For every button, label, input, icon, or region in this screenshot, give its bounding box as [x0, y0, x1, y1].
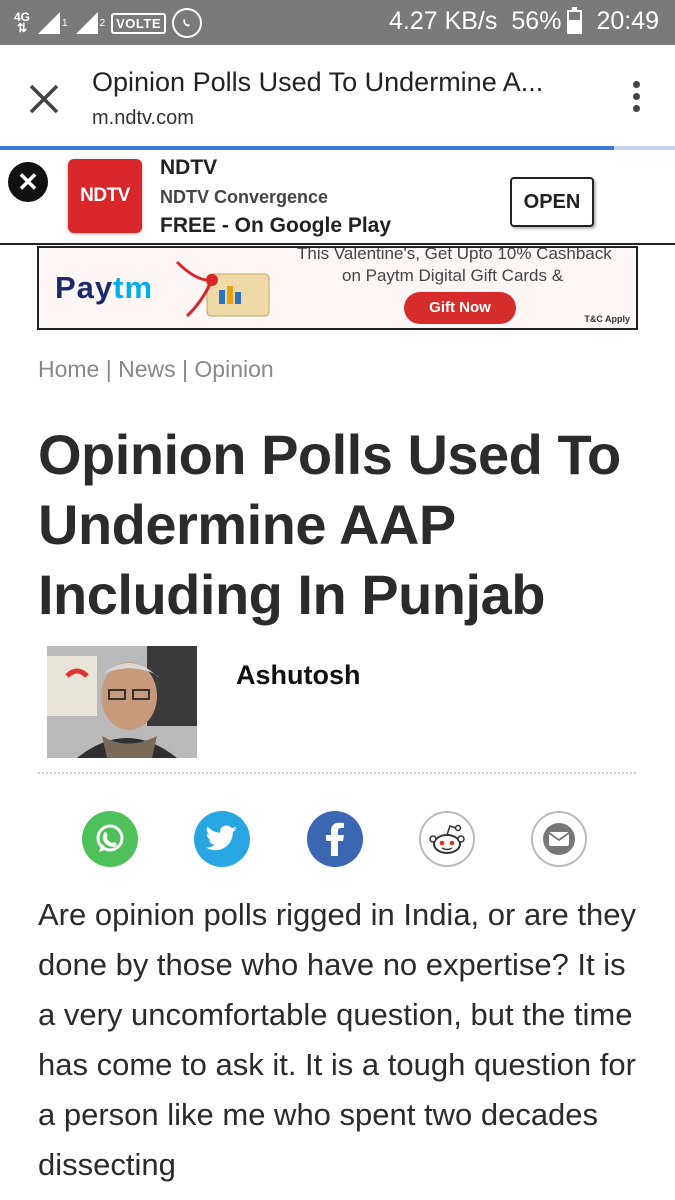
breadcrumb: Home | News | Opinion: [38, 356, 274, 383]
sim2-label: 2: [99, 17, 106, 29]
app-name: NDTV: [160, 156, 218, 179]
battery-percent: 56%: [511, 7, 562, 35]
whatsapp-icon[interactable]: [82, 811, 138, 867]
breadcrumb-home[interactable]: Home: [38, 356, 99, 382]
network-indicator: 4G ⇅: [14, 10, 31, 35]
app-install-banner: ✕ NDTV NDTV NDTV Convergence FREE - On G…: [0, 150, 675, 245]
page-title: Opinion Polls Used To Undermine A...: [92, 67, 544, 97]
banner-close-button[interactable]: ✕: [8, 162, 48, 202]
email-icon[interactable]: [531, 811, 587, 867]
article-headline: Opinion Polls Used To Undermine AAP Incl…: [38, 423, 621, 626]
paytm-ad-banner[interactable]: Paytm This Valentine's, Get Upto 10% Cas…: [37, 246, 638, 330]
paytm-logo: Paytm: [55, 270, 154, 305]
clock: 20:49: [596, 7, 659, 35]
app-developer: NDTV Convergence: [160, 187, 329, 207]
breadcrumb-opinion[interactable]: Opinion: [194, 356, 273, 382]
ad-headline-line1: This Valentine's, Get Upto 10% Cashback: [297, 246, 612, 263]
author-photo[interactable]: [47, 646, 197, 758]
close-icon[interactable]: [26, 81, 62, 117]
article-body: Are opinion polls rigged in India, or ar…: [38, 897, 636, 1182]
status-bar: 4G ⇅ 1 2 VOLTE 4.27 KB/s 56% 20:49: [0, 0, 675, 45]
app-price: FREE - On Google Play: [160, 214, 392, 237]
overflow-menu-icon[interactable]: [633, 81, 641, 115]
ndtv-app-logo: NDTV: [68, 159, 142, 233]
twitter-icon[interactable]: [194, 811, 250, 867]
signal-icon: [75, 12, 98, 34]
whatsapp-icon: [172, 8, 203, 38]
facebook-icon[interactable]: [307, 811, 363, 867]
reddit-icon[interactable]: [419, 811, 475, 867]
gift-now-button[interactable]: Gift Now: [404, 292, 516, 324]
ad-terms: T&C Apply: [584, 314, 630, 324]
network-speed: 4.27 KB/s: [388, 7, 498, 35]
signal-icon: [38, 12, 61, 34]
page-url: m.ndtv.com: [92, 107, 194, 129]
breadcrumb-separator: |: [105, 356, 112, 382]
volte-badge: VOLTE: [111, 12, 167, 34]
sim1-label: 1: [62, 17, 68, 29]
share-bar: [82, 811, 592, 869]
author-divider: [38, 772, 636, 774]
breadcrumb-news[interactable]: News: [118, 356, 176, 382]
ad-headline-line2: on Paytm Digital Gift Cards &: [342, 266, 564, 285]
breadcrumb-separator: |: [182, 356, 189, 382]
gift-card-icon: [175, 260, 270, 318]
browser-toolbar: Opinion Polls Used To Undermine A... m.n…: [0, 45, 675, 150]
author-name[interactable]: Ashutosh: [236, 660, 361, 691]
battery-icon: [567, 6, 583, 34]
open-app-button[interactable]: OPEN: [510, 177, 594, 227]
